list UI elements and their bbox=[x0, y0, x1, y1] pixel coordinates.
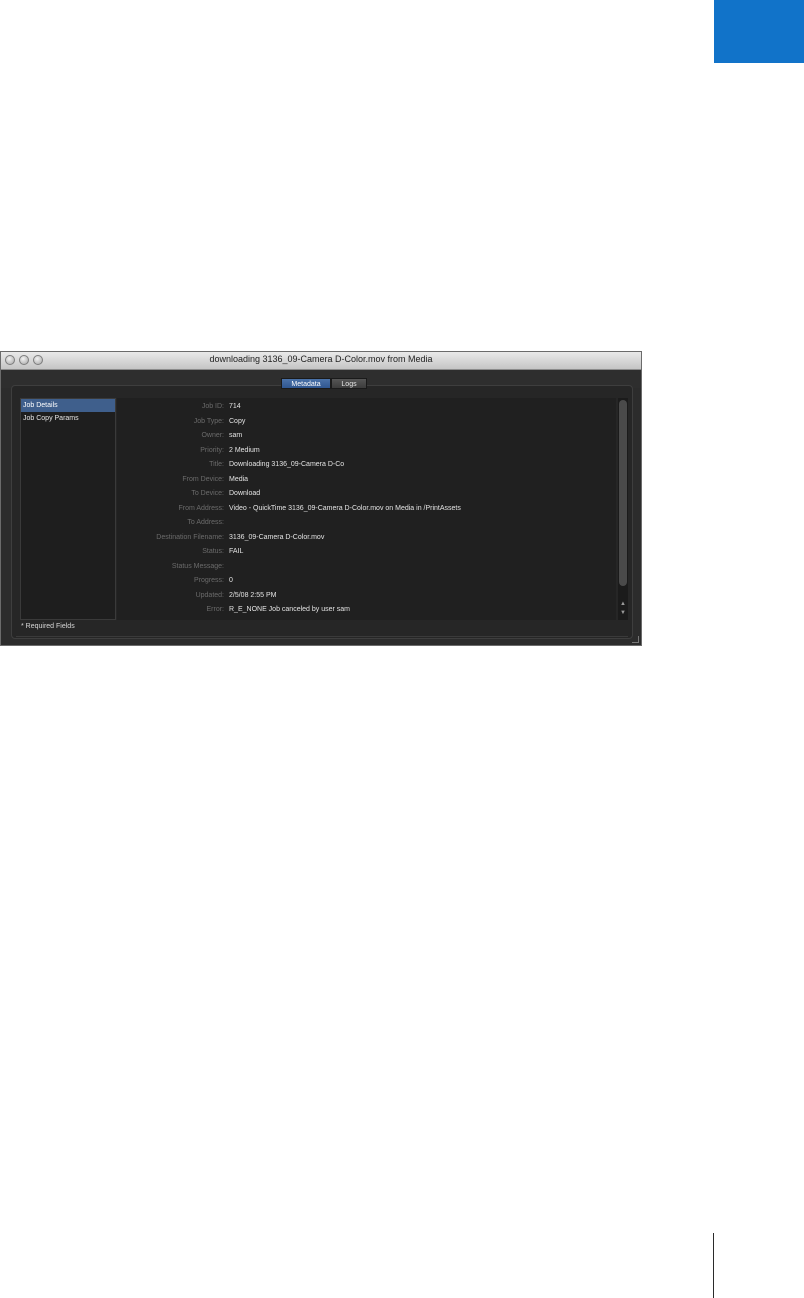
chapter-tab bbox=[714, 0, 804, 63]
field-label: Updated: bbox=[195, 591, 224, 599]
field-row-from-device: From Device: Media bbox=[117, 473, 616, 487]
field-row-job-id: Job ID: 714 bbox=[117, 400, 616, 414]
field-row-from-address: From Address: Video - QuickTime 3136_09-… bbox=[117, 502, 616, 516]
field-label: To Address: bbox=[187, 519, 224, 526]
required-fields-note: * Required Fields bbox=[21, 623, 75, 630]
field-row-status-message: Status Message: bbox=[117, 560, 616, 574]
window-title: downloading 3136_09-Camera D-Color.mov f… bbox=[209, 354, 433, 364]
scroll-down-icon[interactable]: ▼ bbox=[618, 609, 628, 618]
vertical-scrollbar[interactable]: ▲ ▼ bbox=[618, 398, 628, 620]
updated-value[interactable]: 2/5/08 2:55 PM bbox=[229, 589, 276, 603]
page-margin-rule bbox=[713, 1233, 714, 1298]
job-window: downloading 3136_09-Camera D-Color.mov f… bbox=[0, 351, 642, 646]
field-label: Destination Filename: bbox=[156, 533, 224, 541]
sidebar: Job Details Job Copy Params bbox=[20, 398, 116, 620]
status-value[interactable]: FAIL bbox=[229, 545, 243, 559]
field-label: From Device: bbox=[182, 475, 224, 483]
tab-logs[interactable]: Logs bbox=[331, 378, 367, 389]
title-bar[interactable]: downloading 3136_09-Camera D-Color.mov f… bbox=[1, 352, 641, 370]
progress-value[interactable]: 0 bbox=[229, 574, 233, 588]
field-row-progress: Progress: 0 bbox=[117, 574, 616, 588]
field-label: Status: bbox=[202, 548, 224, 555]
scroll-up-icon[interactable]: ▲ bbox=[618, 600, 628, 609]
from-device-value[interactable]: Media bbox=[229, 473, 248, 487]
field-row-title: Title: Downloading 3136_09-Camera D-Co bbox=[117, 458, 616, 472]
sidebar-item-job-copy-params[interactable]: Job Copy Params bbox=[21, 412, 115, 425]
job-id-value[interactable]: 714 bbox=[229, 400, 241, 414]
field-row-job-type: Job Type: Copy bbox=[117, 415, 616, 429]
footer-divider bbox=[16, 636, 628, 637]
field-row-to-address: To Address: bbox=[117, 516, 616, 530]
field-label: Progress: bbox=[194, 577, 224, 584]
field-row-priority: Priority: 2 Medium bbox=[117, 444, 616, 458]
job-type-value[interactable]: Copy bbox=[229, 415, 245, 429]
field-row-owner: Owner: sam bbox=[117, 429, 616, 443]
field-label: Priority: bbox=[200, 446, 224, 454]
scroll-thumb[interactable] bbox=[619, 400, 627, 586]
sidebar-item-job-details[interactable]: Job Details bbox=[21, 399, 115, 412]
field-row-error: Error: R_E_NONE Job canceled by user sam bbox=[117, 603, 616, 617]
field-label: Job ID: bbox=[201, 403, 224, 410]
title-value[interactable]: Downloading 3136_09-Camera D-Co bbox=[229, 458, 344, 472]
field-row-destination-filename: Destination Filename: 3136_09-Camera D-C… bbox=[117, 531, 616, 545]
field-label: From Address: bbox=[178, 504, 224, 512]
details-panel: Job ID: 714 Job Type: Copy Owner: sam Pr… bbox=[117, 398, 616, 620]
field-row-to-device: To Device: Download bbox=[117, 487, 616, 501]
to-device-value[interactable]: Download bbox=[229, 487, 260, 501]
tab-metadata[interactable]: Metadata bbox=[281, 378, 331, 389]
owner-value[interactable]: sam bbox=[229, 429, 242, 443]
destination-filename-value[interactable]: 3136_09-Camera D-Color.mov bbox=[229, 531, 324, 545]
error-value[interactable]: R_E_NONE Job canceled by user sam bbox=[229, 603, 350, 617]
from-address-value[interactable]: Video - QuickTime 3136_09-Camera D-Color… bbox=[229, 502, 461, 516]
field-label: Status Message: bbox=[171, 562, 224, 570]
field-label: Owner: bbox=[201, 432, 224, 439]
field-row-updated: Updated: 2/5/08 2:55 PM bbox=[117, 589, 616, 603]
field-row-status: Status: FAIL bbox=[117, 545, 616, 559]
field-label: Job Type: bbox=[193, 417, 224, 425]
field-label: To Device: bbox=[191, 490, 224, 497]
field-label: Error: bbox=[206, 606, 225, 613]
resize-grip-icon[interactable] bbox=[632, 636, 639, 643]
field-label: Title: bbox=[209, 461, 224, 468]
priority-value[interactable]: 2 Medium bbox=[229, 444, 260, 458]
